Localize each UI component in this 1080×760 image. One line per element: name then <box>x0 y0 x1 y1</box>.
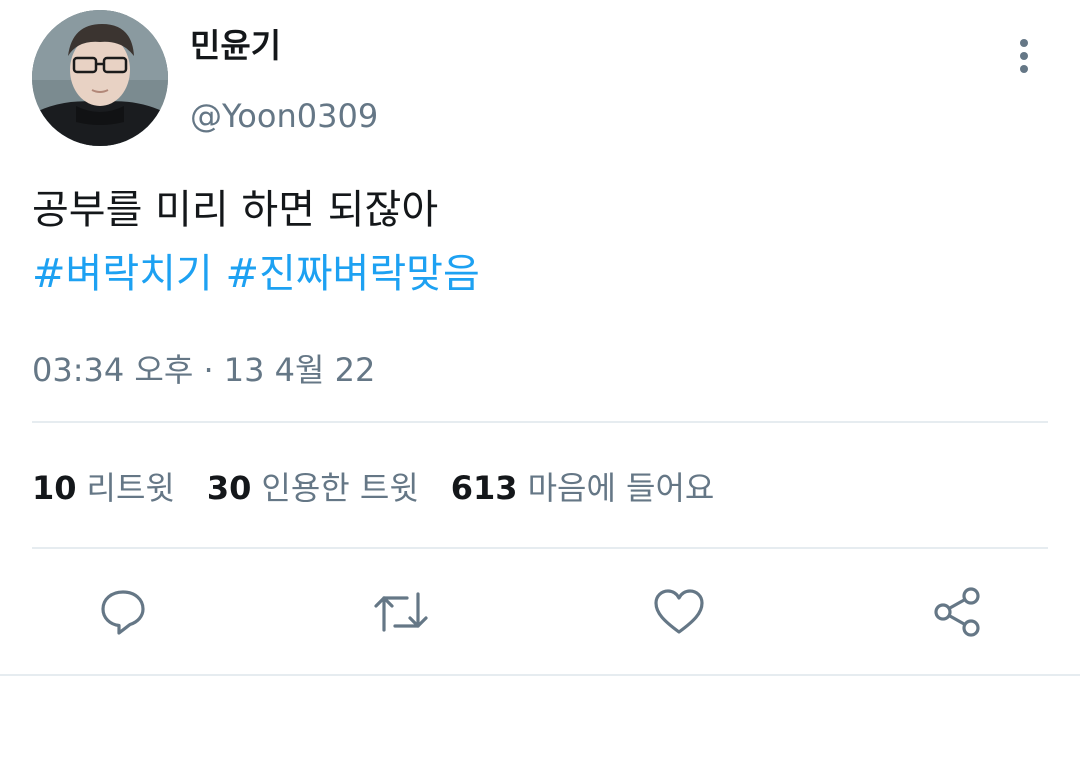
share-nodes-icon <box>934 587 980 637</box>
quote-label: 인용한 트윗 <box>261 469 419 507</box>
retweet-arrows-icon <box>374 592 428 632</box>
user-info: 민윤기 @Yoon0309 <box>190 26 378 136</box>
heart-icon <box>654 589 704 634</box>
tweet-detail: 민윤기 @Yoon0309 공부를 미리 하면 되잖아 #벼락치기 #진짜벼락맞… <box>0 0 1080 760</box>
speech-bubble-icon <box>101 590 145 635</box>
divider <box>32 547 1048 549</box>
vertical-ellipsis-icon <box>1020 39 1028 73</box>
tweet-timestamp[interactable]: 03:34 오후 · 13 4월 22 <box>32 348 375 392</box>
like-count: 613 <box>450 469 518 507</box>
hashtag-link[interactable]: #진짜벼락맞음 <box>225 251 479 297</box>
like-label: 마음에 들어요 <box>527 469 715 507</box>
tweet-stats: 10 리트윗 30 인용한 트윗 613 마음에 들어요 <box>32 464 746 512</box>
avatar[interactable] <box>32 10 168 146</box>
user-handle[interactable]: @Yoon0309 <box>190 96 378 136</box>
retweet-button[interactable] <box>367 578 435 646</box>
tweet-hashtags: #벼락치기 #진짜벼락맞음 <box>32 242 480 306</box>
retweet-label: 리트윗 <box>86 469 175 507</box>
reply-button[interactable] <box>89 578 157 646</box>
tweet-actions <box>0 578 1080 646</box>
share-button[interactable] <box>923 578 991 646</box>
tweet-header: 민윤기 @Yoon0309 <box>32 10 1048 146</box>
likes-stat[interactable]: 613 마음에 들어요 <box>451 464 715 512</box>
hashtag-link[interactable]: #벼락치기 <box>32 251 213 297</box>
retweets-stat[interactable]: 10 리트윗 <box>32 464 175 512</box>
tweet-text: 공부를 미리 하면 되잖아 <box>32 187 439 233</box>
divider <box>0 674 1080 676</box>
divider <box>32 421 1048 423</box>
quote-count: 30 <box>206 469 252 507</box>
retweet-count: 10 <box>32 469 77 507</box>
display-name[interactable]: 민윤기 <box>190 26 378 66</box>
more-options-button[interactable] <box>1000 32 1048 80</box>
avatar-photo-icon <box>32 10 168 146</box>
quotes-stat[interactable]: 30 인용한 트윗 <box>207 464 419 512</box>
like-button[interactable] <box>645 578 713 646</box>
